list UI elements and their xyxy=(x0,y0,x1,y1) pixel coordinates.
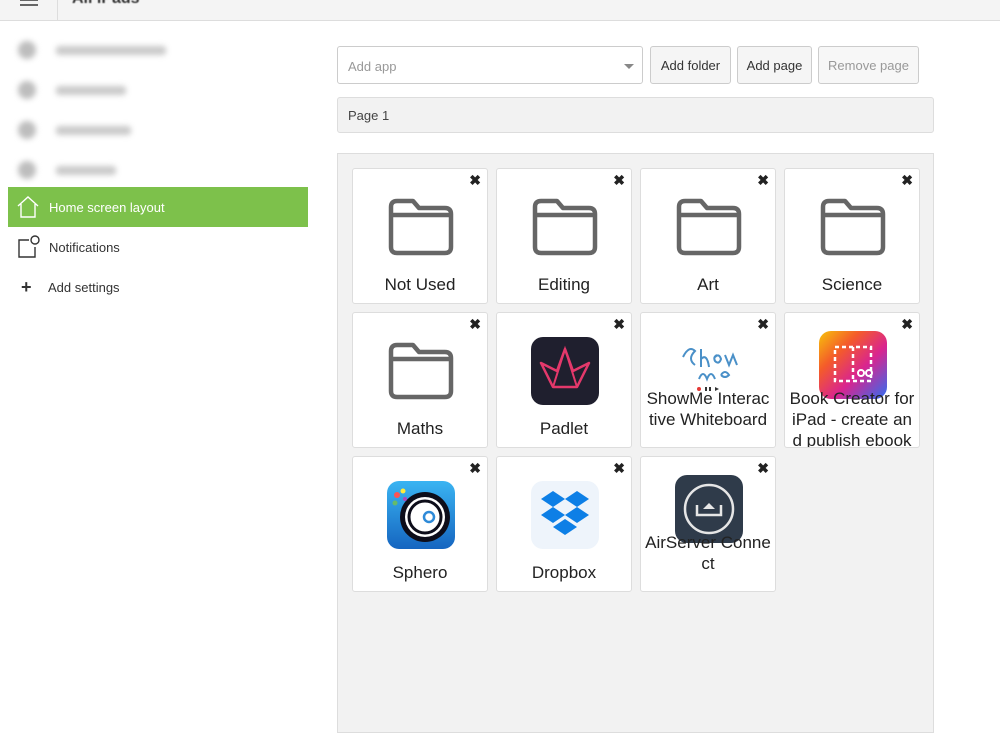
app-tile[interactable]: ✖ Dropbox xyxy=(496,456,632,592)
page-tab[interactable]: Page 1 xyxy=(337,97,934,133)
sidebar-item-add-settings[interactable]: + Add settings xyxy=(8,267,308,307)
sidebar-item-notifications[interactable]: Notifications xyxy=(8,227,308,267)
close-icon[interactable]: ✖ xyxy=(613,317,625,331)
close-icon[interactable]: ✖ xyxy=(901,173,913,187)
showme-icon xyxy=(675,327,743,395)
folder-tile[interactable]: ✖ Science xyxy=(784,168,920,304)
close-icon[interactable]: ✖ xyxy=(469,317,481,331)
blurred-sidebar-items xyxy=(12,30,237,180)
app-tile[interactable]: ✖ Sphero xyxy=(352,456,488,592)
folder-tile[interactable]: ✖ Art xyxy=(640,168,776,304)
folder-icon xyxy=(676,198,742,256)
tile-label: Art xyxy=(697,275,719,294)
app-tile[interactable]: ✖ Book Creator for iPad - create and pub… xyxy=(784,312,920,448)
tile-label: Book Creator for iPad - create and publi… xyxy=(789,389,915,448)
folder-icon xyxy=(532,198,598,256)
add-app-select[interactable]: Add app xyxy=(337,46,643,84)
dropbox-icon xyxy=(531,481,599,549)
folder-icon xyxy=(388,342,454,400)
sidebar-item-label: Home screen layout xyxy=(49,199,165,215)
home-icon xyxy=(16,195,40,219)
sidebar-item-label: Add settings xyxy=(48,279,120,295)
close-icon[interactable]: ✖ xyxy=(469,173,481,187)
tile-label: ShowMe Interactive Whiteboard xyxy=(646,389,770,429)
tile-label: Maths xyxy=(396,419,444,438)
page-title: All iPads xyxy=(72,0,140,8)
close-icon[interactable]: ✖ xyxy=(613,461,625,475)
add-app-placeholder: Add app xyxy=(348,59,397,74)
tile-label: Sphero xyxy=(392,563,448,582)
sphero-icon xyxy=(387,481,455,549)
notification-icon xyxy=(16,235,40,259)
tile-label: Padlet xyxy=(539,419,589,438)
folder-icon xyxy=(820,198,886,256)
padlet-icon xyxy=(531,337,599,405)
home-screen-grid: ✖ Not Used ✖ Editing ✖ Art ✖ Science ✖ M… xyxy=(337,153,934,733)
close-icon[interactable]: ✖ xyxy=(757,317,769,331)
close-icon[interactable]: ✖ xyxy=(757,461,769,475)
top-bar: All iPads xyxy=(0,0,1000,21)
add-page-button[interactable]: Add page xyxy=(737,46,812,84)
close-icon[interactable]: ✖ xyxy=(901,317,913,331)
close-icon[interactable]: ✖ xyxy=(613,173,625,187)
add-folder-button[interactable]: Add folder xyxy=(650,46,731,84)
folder-tile[interactable]: ✖ Maths xyxy=(352,312,488,448)
folder-tile[interactable]: ✖ Not Used xyxy=(352,168,488,304)
close-icon[interactable]: ✖ xyxy=(757,173,769,187)
sidebar-item-home-screen-layout[interactable]: Home screen layout xyxy=(8,187,308,227)
tile-label: AirServer Connect xyxy=(645,533,771,573)
tile-label: Not Used xyxy=(384,275,456,294)
menu-icon[interactable] xyxy=(20,0,38,8)
remove-page-button[interactable]: Remove page xyxy=(818,46,919,84)
chevron-down-icon xyxy=(624,64,634,69)
page-label: Page 1 xyxy=(348,108,390,123)
divider xyxy=(57,0,58,20)
folder-icon xyxy=(388,198,454,256)
tile-label: Dropbox xyxy=(531,563,597,582)
app-tile[interactable]: ✖ Padlet xyxy=(496,312,632,448)
folder-tile[interactable]: ✖ Editing xyxy=(496,168,632,304)
app-tile[interactable]: ✖ ShowMe Interactive Whiteboard xyxy=(640,312,776,448)
close-icon[interactable]: ✖ xyxy=(469,461,481,475)
app-tile[interactable]: ✖ AirServer Connect xyxy=(640,456,776,592)
plus-icon: + xyxy=(21,276,32,297)
sidebar-item-label: Notifications xyxy=(49,239,120,255)
tile-label: Science xyxy=(821,275,883,294)
tile-label: Editing xyxy=(538,275,590,294)
